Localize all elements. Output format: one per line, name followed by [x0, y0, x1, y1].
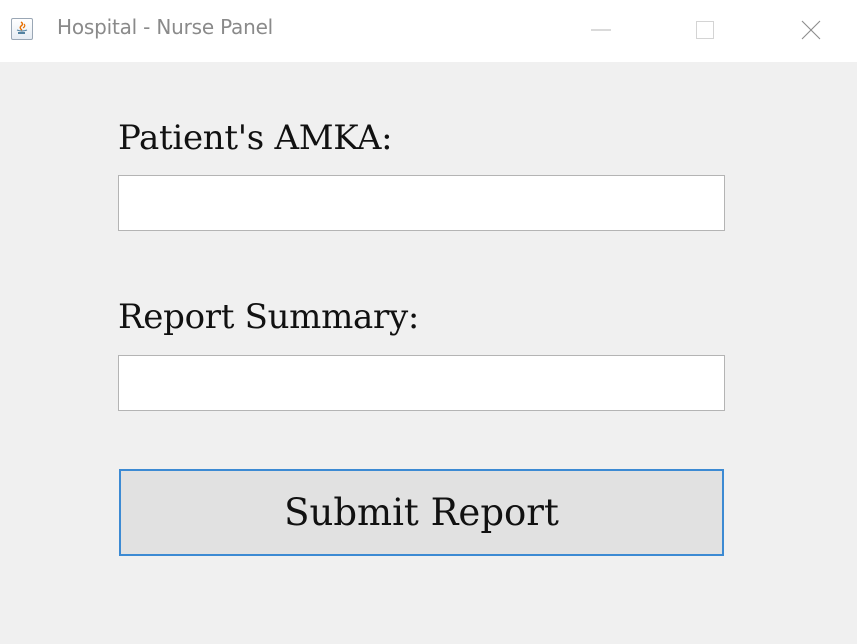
- maximize-button[interactable]: [683, 10, 727, 50]
- close-button[interactable]: [789, 10, 833, 50]
- report-summary-input[interactable]: [118, 355, 725, 411]
- amka-input[interactable]: [118, 175, 725, 231]
- title-bar[interactable]: Hospital - Nurse Panel: [0, 0, 857, 62]
- nurse-panel-window: Hospital - Nurse Panel Patient's AMKA: R…: [0, 0, 857, 644]
- close-icon: [801, 20, 821, 40]
- report-summary-label: Report Summary:: [118, 297, 420, 337]
- minimize-icon: [591, 29, 611, 31]
- submit-report-button[interactable]: Submit Report: [119, 469, 724, 556]
- java-icon[interactable]: [11, 18, 33, 40]
- amka-label: Patient's AMKA:: [118, 118, 393, 158]
- minimize-button[interactable]: [579, 10, 623, 50]
- maximize-icon: [696, 21, 714, 39]
- window-title: Hospital - Nurse Panel: [57, 15, 274, 39]
